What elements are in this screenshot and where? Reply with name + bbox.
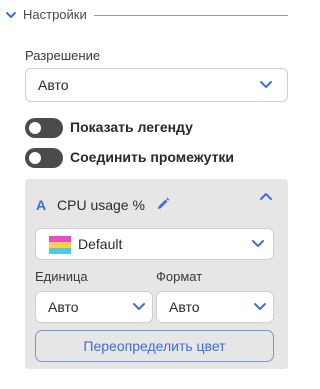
format-label: Формат — [156, 269, 203, 284]
chevron-down-icon — [260, 81, 272, 88]
override-color-button[interactable]: Переопределить цвет — [35, 330, 274, 362]
format-value: Авто — [169, 299, 200, 315]
settings-section-header[interactable]: Настройки — [0, 0, 305, 30]
palette-value: Default — [78, 236, 123, 252]
chevron-down-icon — [254, 303, 266, 310]
pencil-icon[interactable] — [155, 196, 171, 212]
resolution-value: Авто — [38, 77, 69, 93]
chevron-up-icon[interactable] — [258, 190, 274, 202]
series-type-icon: A — [36, 197, 47, 213]
resolution-label: Разрешение — [25, 48, 101, 63]
chevron-down-icon — [133, 303, 145, 310]
section-divider — [94, 15, 288, 16]
series-name: CPU usage % — [57, 197, 145, 213]
chevron-down-icon — [252, 240, 264, 247]
toggle-knob — [29, 122, 41, 134]
resolution-select[interactable]: Авто — [25, 68, 288, 102]
connect-gaps-label: Соединить промежутки — [70, 149, 235, 165]
palette-select[interactable]: Default — [35, 228, 274, 260]
unit-value: Авто — [48, 299, 79, 315]
unit-select[interactable]: Авто — [35, 291, 153, 323]
format-select[interactable]: Авто — [156, 291, 274, 323]
section-title: Настройки — [23, 7, 87, 22]
chevron-down-icon — [6, 12, 16, 18]
toggle-knob — [29, 152, 41, 164]
palette-swatch-icon — [49, 236, 71, 254]
show-legend-label: Показать легенду — [70, 119, 193, 135]
show-legend-toggle[interactable] — [25, 118, 63, 138]
unit-label: Единица — [35, 269, 88, 284]
connect-gaps-toggle[interactable] — [25, 148, 63, 168]
